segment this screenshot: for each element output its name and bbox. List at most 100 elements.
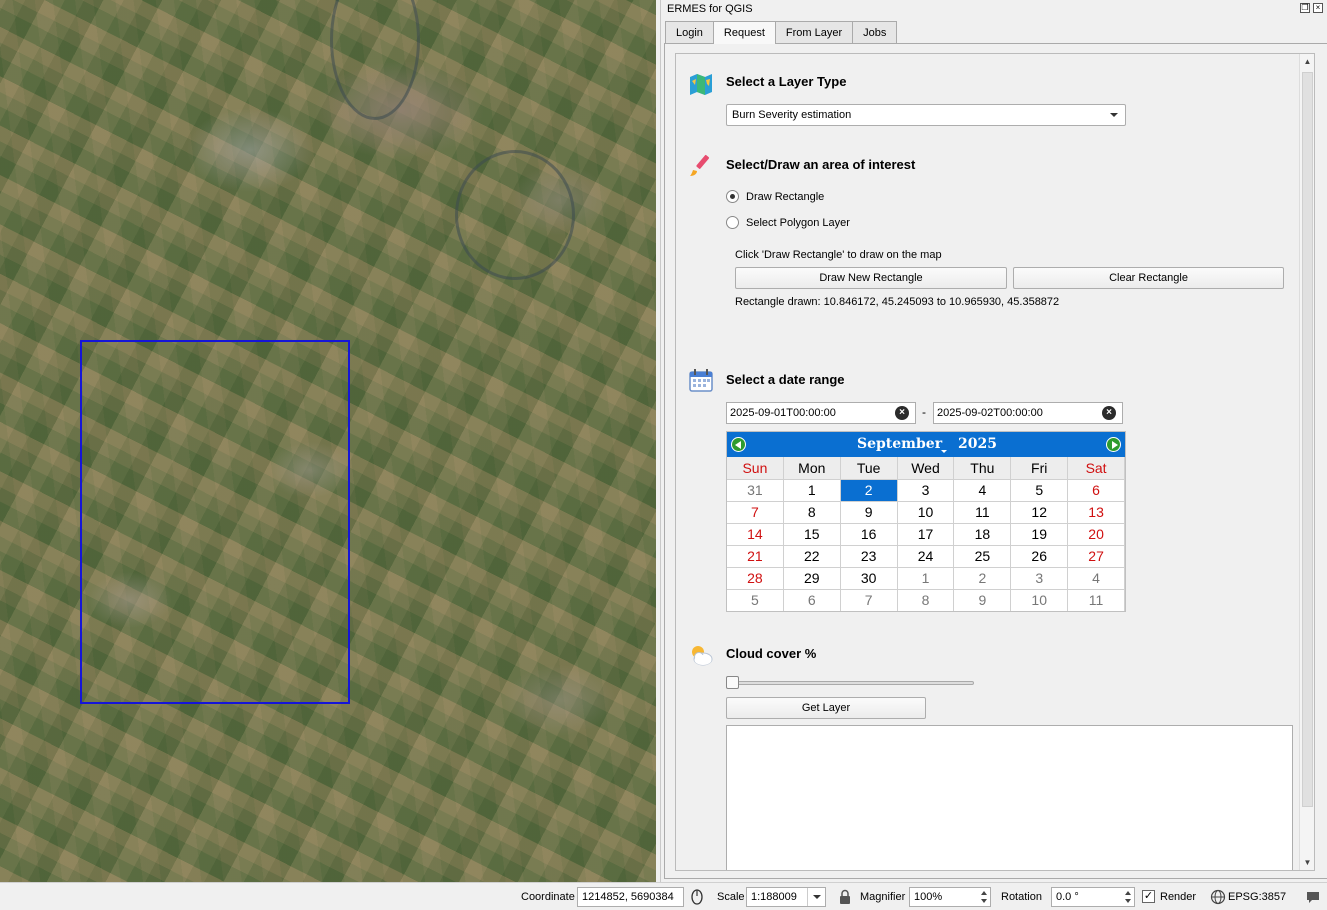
render-checkbox[interactable]: ✓: [1142, 890, 1155, 903]
clear-icon[interactable]: ×: [895, 406, 909, 420]
clear-rectangle-button[interactable]: Clear Rectangle: [1013, 267, 1284, 289]
calendar-day[interactable]: 26: [1011, 545, 1069, 567]
calendar-day[interactable]: 5: [1011, 479, 1069, 501]
coordinate-field[interactable]: 1214852, 5690384: [577, 887, 684, 907]
cloud-cover-slider-handle[interactable]: [726, 676, 739, 689]
calendar-day[interactable]: 25: [954, 545, 1012, 567]
calendar-day[interactable]: 3: [1011, 567, 1069, 589]
calendar-day[interactable]: 18: [954, 523, 1012, 545]
close-icon[interactable]: ×: [1313, 3, 1323, 13]
calendar-day[interactable]: 22: [783, 545, 841, 567]
coordinate-label: Coordinate: [521, 891, 575, 903]
next-month-icon[interactable]: [1106, 437, 1121, 452]
calendar-day[interactable]: 9: [840, 501, 898, 523]
calendar-day[interactable]: 1: [783, 479, 841, 501]
calendar-day[interactable]: 4: [1068, 567, 1125, 589]
weekday-header: Sat: [1068, 457, 1125, 479]
render-label: Render: [1160, 891, 1197, 903]
globe-icon[interactable]: [1210, 889, 1226, 905]
lock-icon[interactable]: [838, 889, 852, 905]
layer-type-value: Burn Severity estimation: [732, 109, 852, 121]
calendar-day[interactable]: 15: [783, 523, 841, 545]
tab-request[interactable]: Request: [712, 21, 776, 44]
cloud-cover-title: Cloud cover %: [726, 646, 817, 661]
output-log[interactable]: [726, 725, 1293, 870]
calendar-day[interactable]: 7: [727, 501, 784, 523]
radio-checked[interactable]: [726, 190, 739, 203]
calendar-day[interactable]: 1: [897, 567, 955, 589]
calendar-day[interactable]: 2: [840, 479, 898, 501]
undock-icon[interactable]: ❐: [1300, 3, 1310, 13]
calendar-day[interactable]: 19: [1011, 523, 1069, 545]
calendar-day[interactable]: 20: [1068, 523, 1125, 545]
calendar-day[interactable]: 11: [954, 501, 1012, 523]
calendar-day[interactable]: 28: [727, 567, 784, 589]
get-layer-button[interactable]: Get Layer: [726, 697, 926, 719]
aoi-rectangle: [80, 340, 350, 704]
end-date-input[interactable]: 2025-09-02T00:00:00 ×: [933, 402, 1123, 424]
tab-from-layer[interactable]: From Layer: [774, 21, 854, 43]
end-date-value: 2025-09-02T00:00:00: [937, 407, 1043, 419]
clear-icon[interactable]: ×: [1102, 406, 1116, 420]
calendar-day[interactable]: 17: [897, 523, 955, 545]
calendar-day[interactable]: 21: [727, 545, 784, 567]
calendar-day[interactable]: 10: [897, 501, 955, 523]
scale-field[interactable]: 1:188009: [746, 887, 826, 907]
calendar-day[interactable]: 2: [954, 567, 1012, 589]
aoi-title: Select/Draw an area of interest: [726, 157, 916, 172]
scroll-up-icon[interactable]: ▲: [1300, 54, 1314, 69]
calendar-day[interactable]: 3: [897, 479, 955, 501]
calendar-day[interactable]: 27: [1068, 545, 1125, 567]
calendar-day[interactable]: 7: [840, 589, 898, 611]
messages-icon[interactable]: [1305, 889, 1321, 905]
calendar-day[interactable]: 13: [1068, 501, 1125, 523]
calendar-day[interactable]: 6: [1068, 479, 1125, 501]
calendar-day[interactable]: 5: [727, 589, 784, 611]
calendar-day[interactable]: 23: [840, 545, 898, 567]
layer-type-select[interactable]: Burn Severity estimation: [726, 104, 1126, 126]
calendar-day[interactable]: 30: [840, 567, 898, 589]
calendar-day[interactable]: 24: [897, 545, 955, 567]
calendar-day[interactable]: 12: [1011, 501, 1069, 523]
spin-icon[interactable]: [1123, 889, 1133, 905]
tab-jobs[interactable]: Jobs: [852, 21, 898, 43]
calendar-day[interactable]: 14: [727, 523, 784, 545]
calendar-day[interactable]: 29: [783, 567, 841, 589]
start-date-value: 2025-09-01T00:00:00: [730, 407, 836, 419]
scrollbar-thumb[interactable]: [1302, 72, 1313, 807]
scale-dropdown[interactable]: [807, 888, 825, 906]
calendar-year[interactable]: 2025: [958, 436, 997, 452]
tab-login[interactable]: Login: [665, 21, 714, 43]
calendar-day[interactable]: 31: [727, 479, 784, 501]
rotation-field[interactable]: 0.0 °: [1051, 887, 1135, 907]
draw-new-rectangle-button[interactable]: Draw New Rectangle: [735, 267, 1007, 289]
cloud-sun-icon: [692, 646, 713, 666]
calendar-day[interactable]: 9: [954, 589, 1012, 611]
calendar-day[interactable]: 4: [954, 479, 1012, 501]
status-bar: Coordinate 1214852, 5690384 Scale 1:1880…: [0, 882, 1327, 910]
start-date-input[interactable]: 2025-09-01T00:00:00 ×: [726, 402, 916, 424]
radio-unchecked[interactable]: [726, 216, 739, 229]
calendar-widget[interactable]: September 2025 Sun Mon Tue Wed Thu Fri Sat 31 1 2…: [726, 431, 1126, 612]
draw-rectangle-option[interactable]: Draw Rectangle: [726, 190, 824, 203]
map-canvas[interactable]: [0, 0, 656, 882]
select-polygon-option[interactable]: Select Polygon Layer: [726, 216, 850, 229]
calendar-day[interactable]: 11: [1068, 589, 1125, 611]
vertical-scrollbar[interactable]: ▲ ▼: [1299, 54, 1314, 870]
prev-month-icon[interactable]: [731, 437, 746, 452]
magnifier-field[interactable]: 100%: [909, 887, 991, 907]
calendar-day[interactable]: 16: [840, 523, 898, 545]
calendar-month[interactable]: September: [857, 436, 942, 452]
weekday-header: Sun: [727, 457, 784, 479]
calendar-day[interactable]: 8: [897, 589, 955, 611]
crs-label[interactable]: EPSG:3857: [1228, 891, 1286, 903]
month-dropdown-icon[interactable]: [941, 450, 947, 453]
scroll-down-icon[interactable]: ▼: [1300, 855, 1314, 870]
calendar-day[interactable]: 6: [783, 589, 841, 611]
calendar-day[interactable]: 10: [1011, 589, 1069, 611]
calendar-day[interactable]: 8: [783, 501, 841, 523]
mouse-icon[interactable]: [689, 889, 705, 905]
river: [330, 0, 420, 120]
spin-icon[interactable]: [979, 889, 989, 905]
cloud-cover-slider[interactable]: [726, 681, 974, 685]
